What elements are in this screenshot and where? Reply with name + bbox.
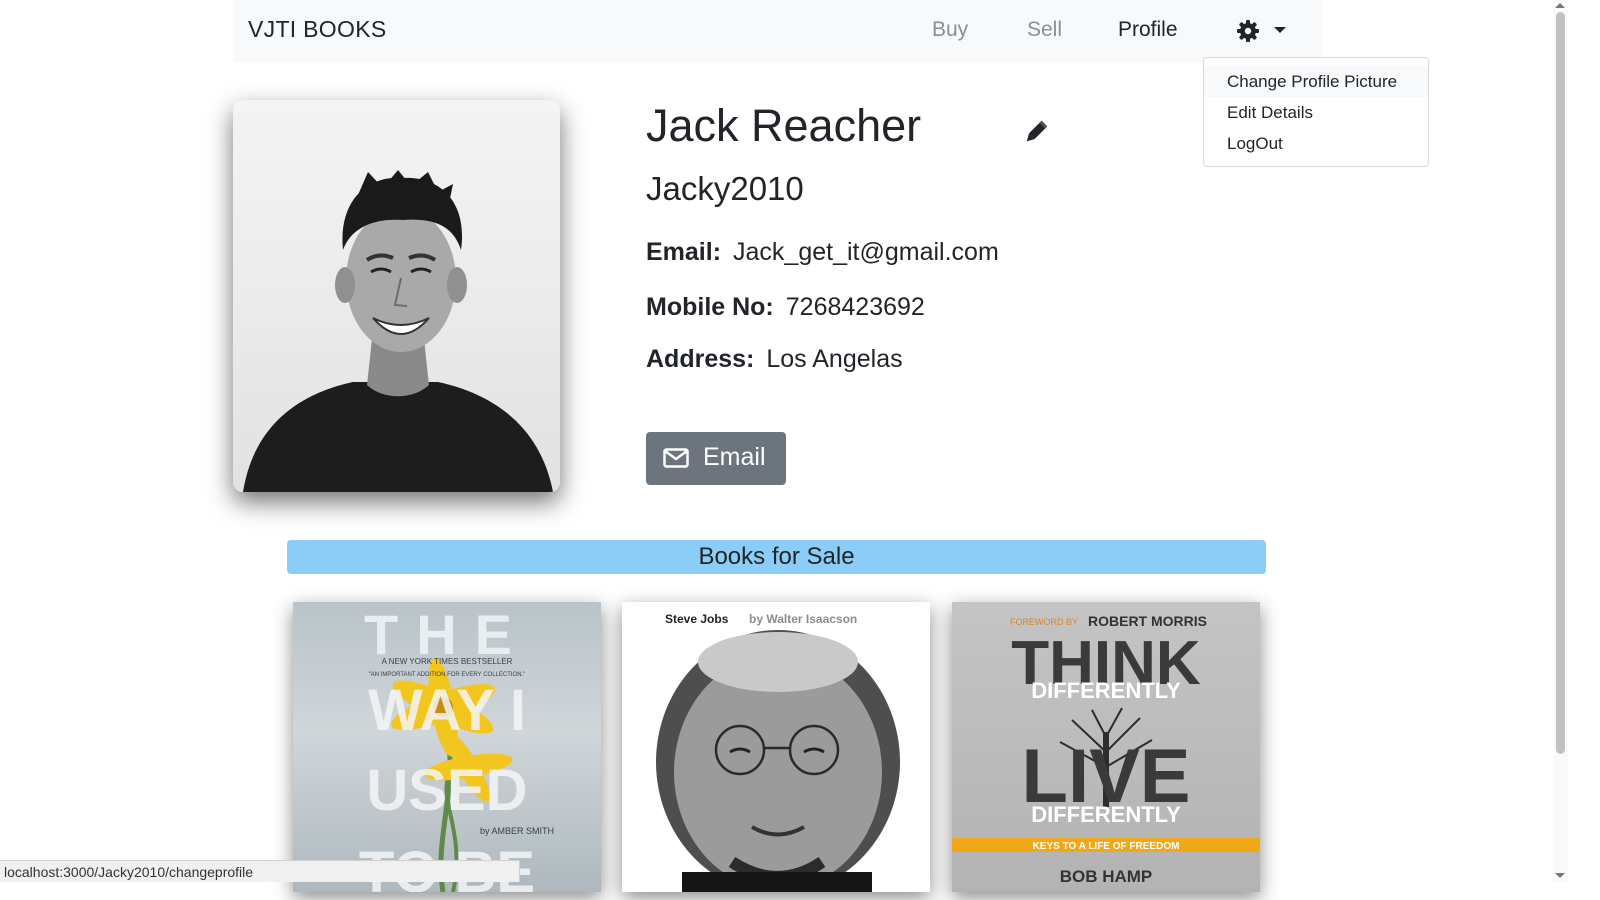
mobile-row: Mobile No: 7268423692 xyxy=(646,293,925,322)
mobile-value: 7268423692 xyxy=(785,293,925,321)
book-3-foreword-label: FOREWORD BY xyxy=(1010,617,1078,627)
book-3-foreword-author: ROBERT MORRIS xyxy=(1088,613,1207,629)
book-1-title-line-3: USED xyxy=(366,758,527,823)
brand-logo[interactable]: VJTI BOOKS xyxy=(248,16,386,43)
book-3-title-line-2: DIFFERENTLY xyxy=(1031,678,1181,703)
mobile-label: Mobile No: xyxy=(646,293,774,321)
email-label: Email: xyxy=(646,238,722,266)
email-button[interactable]: Email xyxy=(646,432,786,485)
book-1-tagline: A NEW YORK TIMES BESTSELLER xyxy=(382,657,513,666)
envelope-icon xyxy=(663,448,689,468)
profile-username: Jacky2010 xyxy=(646,170,804,207)
book-3-author: BOB HAMP xyxy=(1060,867,1153,886)
scroll-up-arrow-icon[interactable] xyxy=(1555,3,1565,8)
book-3-subtitle: KEYS TO A LIFE OF FREEDOM xyxy=(1033,841,1180,852)
book-2-author: by Walter Isaacson xyxy=(749,612,857,626)
settings-dropdown-toggle[interactable] xyxy=(1236,17,1296,45)
book-card[interactable]: FOREWORD BY ROBERT MORRIS THINK DIFFEREN… xyxy=(952,602,1260,892)
pencil-icon[interactable] xyxy=(1022,118,1050,151)
book-2-title: Steve Jobs xyxy=(665,612,729,626)
menu-item-edit-details[interactable]: Edit Details xyxy=(1204,97,1428,128)
address-label: Address: xyxy=(646,345,755,373)
gear-icon xyxy=(1237,20,1259,42)
nav-link-buy[interactable]: Buy xyxy=(932,18,968,42)
books-for-sale-heading: Books for Sale xyxy=(287,540,1266,574)
menu-item-change-profile-picture[interactable]: Change Profile Picture xyxy=(1204,66,1428,97)
book-3-title-line-4: DIFFERENTLY xyxy=(1031,802,1181,827)
caret-down-icon xyxy=(1274,27,1286,33)
email-value: Jack_get_it@gmail.com xyxy=(733,238,999,266)
menu-item-logout[interactable]: LogOut xyxy=(1204,128,1428,159)
book-card[interactable]: Steve Jobs by Walter Isaacson xyxy=(622,602,930,892)
profile-photo xyxy=(233,100,560,492)
address-row: Address: Los Angelas xyxy=(646,345,903,374)
address-value: Los Angelas xyxy=(766,345,903,373)
book-1-author: by AMBER SMITH xyxy=(480,826,554,836)
settings-dropdown-menu: Change Profile Picture Edit Details LogO… xyxy=(1203,57,1429,167)
nav-link-sell[interactable]: Sell xyxy=(1027,18,1062,42)
book-card[interactable]: THE A NEW YORK TIMES BESTSELLER "AN IMPO… xyxy=(293,602,601,892)
scrollbar-thumb[interactable] xyxy=(1556,12,1565,754)
browser-status-bar: localhost:3000/Jacky2010/changeprofile xyxy=(0,860,520,882)
book-1-title-line-2: WAY I xyxy=(368,678,526,743)
profile-name: Jack Reacher xyxy=(646,100,922,151)
scroll-down-arrow-icon[interactable] xyxy=(1555,873,1565,878)
email-row: Email: Jack_get_it@gmail.com xyxy=(646,238,999,267)
email-button-label: Email xyxy=(703,443,766,471)
nav-link-profile[interactable]: Profile xyxy=(1118,18,1178,42)
navbar: VJTI BOOKS Buy Sell Profile xyxy=(233,0,1321,62)
